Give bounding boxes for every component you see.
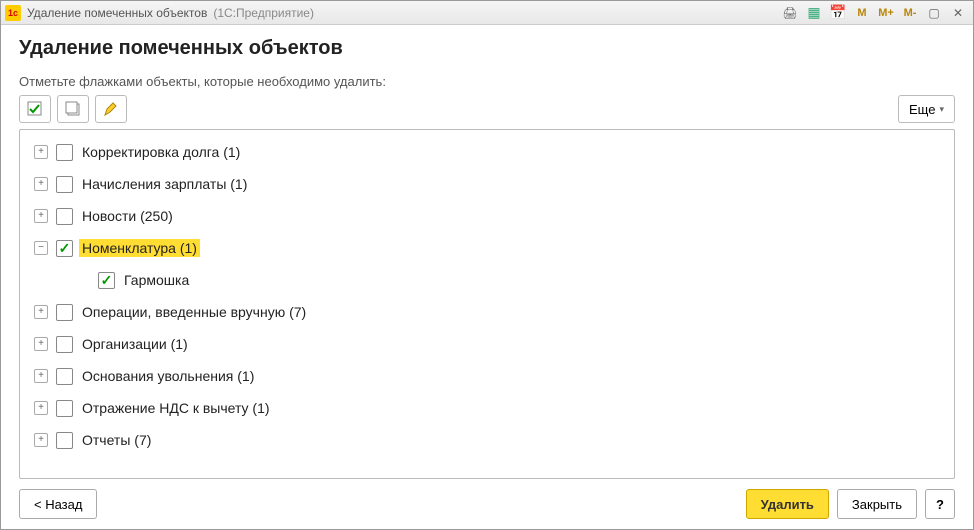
- tree-row[interactable]: + Корректировка долга (1): [20, 136, 954, 168]
- window-app-suffix: (1С:Предприятие): [213, 6, 314, 20]
- tree-item-label: Операции, введенные вручную (7): [79, 303, 309, 321]
- delete-button[interactable]: Удалить: [746, 489, 829, 519]
- footer: < Назад Удалить Закрыть ?: [19, 479, 955, 519]
- close-button[interactable]: Закрыть: [837, 489, 917, 519]
- tree-item-label: Начисления зарплаты (1): [79, 175, 250, 193]
- calc-icon[interactable]: ▦: [803, 4, 825, 22]
- checkbox[interactable]: [56, 208, 73, 225]
- memory-mplus-button[interactable]: M+: [875, 4, 897, 22]
- tree-item-label: Корректировка долга (1): [79, 143, 243, 161]
- expand-icon[interactable]: +: [34, 209, 48, 223]
- tree-item-label: Организации (1): [79, 335, 191, 353]
- expand-icon[interactable]: +: [34, 305, 48, 319]
- chevron-down-icon: ▾: [939, 104, 944, 115]
- checkbox[interactable]: [56, 240, 73, 257]
- checkbox[interactable]: [56, 144, 73, 161]
- tree-item-label: Отражение НДС к вычету (1): [79, 399, 273, 417]
- checkbox[interactable]: [56, 176, 73, 193]
- expand-icon[interactable]: +: [34, 401, 48, 415]
- expand-icon[interactable]: +: [34, 337, 48, 351]
- checkbox[interactable]: [56, 368, 73, 385]
- tree-row[interactable]: + Основания увольнения (1): [20, 360, 954, 392]
- instruction-text: Отметьте флажками объекты, которые необх…: [19, 74, 955, 89]
- tree-item-label: Номенклатура (1): [79, 239, 200, 257]
- tree-item-label: Новости (250): [79, 207, 176, 225]
- tree-row[interactable]: + Отчеты (7): [20, 424, 954, 456]
- close-window-button[interactable]: ✕: [947, 4, 969, 22]
- checkbox[interactable]: [98, 272, 115, 289]
- titlebar: 1c Удаление помеченных объектов (1С:Пред…: [1, 1, 973, 25]
- expand-spacer: [76, 273, 90, 287]
- tree-row[interactable]: + Отражение НДС к вычету (1): [20, 392, 954, 424]
- expand-icon[interactable]: +: [34, 145, 48, 159]
- select-all-icon: [27, 101, 43, 117]
- tree-row[interactable]: + Новости (250): [20, 200, 954, 232]
- tree-row[interactable]: Гармошка: [20, 264, 954, 296]
- page-title: Удаление помеченных объектов: [19, 37, 955, 60]
- back-button[interactable]: < Назад: [19, 489, 97, 519]
- checkbox[interactable]: [56, 432, 73, 449]
- select-all-button[interactable]: [19, 95, 51, 123]
- more-label: Еще: [909, 102, 935, 117]
- checkbox[interactable]: [56, 400, 73, 417]
- deselect-all-button[interactable]: [57, 95, 89, 123]
- tree-row[interactable]: + Организации (1): [20, 328, 954, 360]
- checkbox[interactable]: [56, 336, 73, 353]
- memory-m-button[interactable]: M: [851, 4, 873, 22]
- tree-row[interactable]: + Операции, введенные вручную (7): [20, 296, 954, 328]
- expand-icon[interactable]: +: [34, 177, 48, 191]
- checkbox[interactable]: [56, 304, 73, 321]
- maximize-button[interactable]: ▢: [923, 4, 945, 22]
- tree-item-label: Гармошка: [121, 271, 192, 289]
- tree-row[interactable]: + Начисления зарплаты (1): [20, 168, 954, 200]
- tree-item-label: Основания увольнения (1): [79, 367, 257, 385]
- more-menu-button[interactable]: Еще ▾: [898, 95, 955, 123]
- edit-button[interactable]: [95, 95, 127, 123]
- help-button[interactable]: ?: [925, 489, 955, 519]
- pencil-icon: [103, 101, 119, 117]
- toolbar: Еще ▾: [19, 95, 955, 123]
- object-tree[interactable]: + Корректировка долга (1) + Начисления зарп…: [19, 129, 955, 479]
- calendar-icon[interactable]: 📅: [827, 4, 849, 22]
- tree-row[interactable]: − Номенклатура (1): [20, 232, 954, 264]
- memory-mminus-button[interactable]: M-: [899, 4, 921, 22]
- tree-item-label: Отчеты (7): [79, 431, 154, 449]
- expand-icon[interactable]: +: [34, 369, 48, 383]
- collapse-icon[interactable]: −: [34, 241, 48, 255]
- app-logo: 1c: [5, 5, 21, 21]
- expand-icon[interactable]: +: [34, 433, 48, 447]
- print-icon[interactable]: 🖨: [779, 4, 801, 22]
- deselect-all-icon: [65, 101, 81, 117]
- window-title: Удаление помеченных объектов: [27, 6, 207, 20]
